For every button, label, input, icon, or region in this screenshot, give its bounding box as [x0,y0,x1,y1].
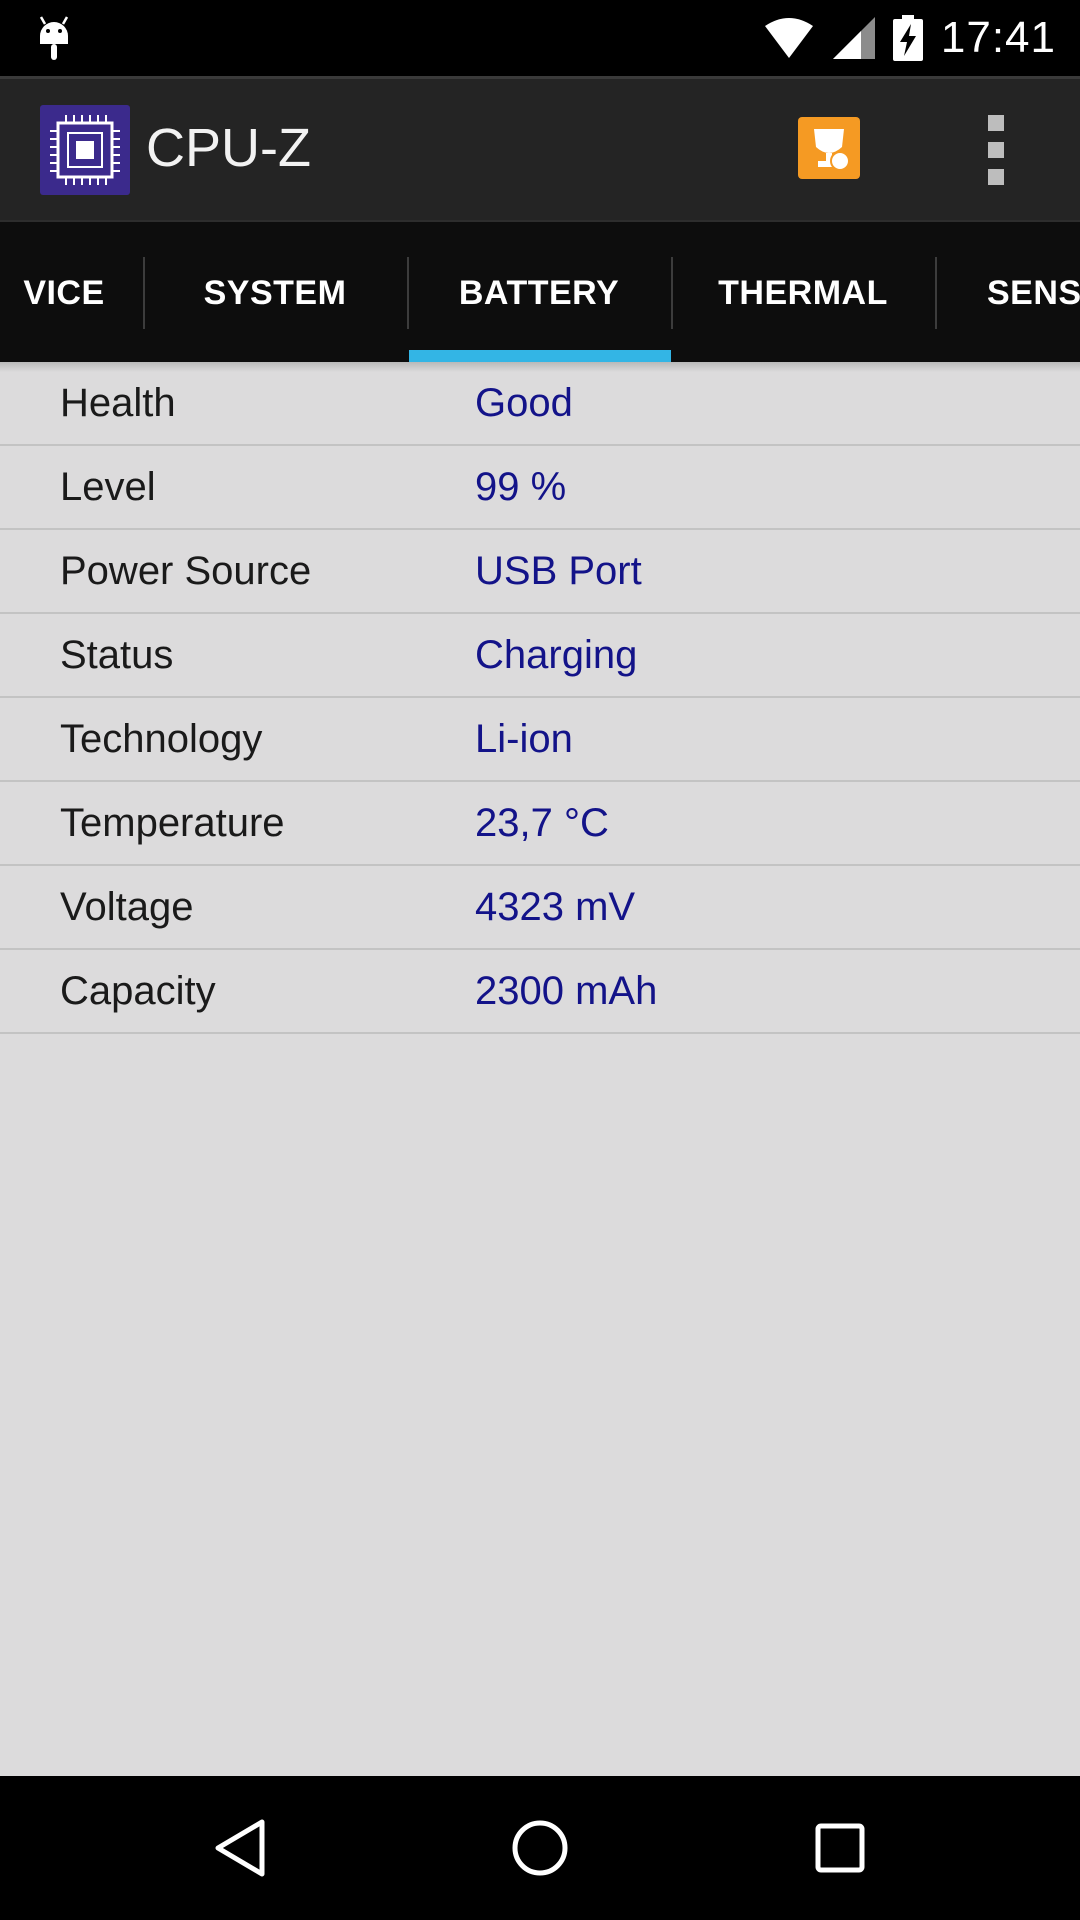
tab-thermal[interactable]: THERMAL [671,222,935,362]
tab-selected-indicator [409,350,671,362]
tab-battery[interactable]: BATTERY [407,222,671,362]
wifi-icon [763,18,815,58]
info-value: Charging [475,632,638,677]
app-bar: CPU-Z [0,76,1080,220]
status-bar: 17:41 [0,0,1080,76]
info-value: 23,7 °C [475,800,609,845]
back-icon[interactable] [208,1816,272,1880]
tab-sensors[interactable]: SENSO [935,222,1080,362]
list-item: Power Source USB Port [0,530,1080,614]
tab-system[interactable]: SYSTEM [143,222,407,362]
info-label: Health [60,380,176,425]
info-value: 4323 mV [475,884,636,929]
info-label: Capacity [60,968,216,1013]
tab-strip: VICE SYSTEM BATTERY THERMAL SENSO [0,220,1080,362]
battery-info-list: Health Good Level 99 % Power Source USB … [0,362,1080,1776]
list-item: Voltage 4323 mV [0,866,1080,950]
info-value: USB Port [475,548,642,593]
info-label: Temperature [60,800,285,845]
list-item: Level 99 % [0,446,1080,530]
android-icon [39,16,69,60]
info-label: Power Source [60,548,312,593]
list-item: Capacity 2300 mAh [0,950,1080,1034]
overflow-menu-icon[interactable] [984,115,1008,185]
list-item: Status Charging [0,614,1080,698]
info-label: Status [60,632,174,677]
cpu-chip-icon [40,105,130,195]
list-item: Health Good [0,362,1080,446]
info-value: Li-ion [475,716,573,761]
home-icon[interactable] [508,1816,572,1880]
info-value: Good [475,380,573,425]
battery-charging-icon [892,15,923,61]
list-item: Technology Li-ion [0,698,1080,782]
signal-icon [832,17,875,59]
info-value: 2300 mAh [475,968,658,1013]
navigation-bar [0,1776,1080,1920]
info-label: Voltage [60,884,194,929]
status-time: 17:41 [940,13,1056,62]
app-title: CPU-Z [146,118,311,178]
trophy-icon[interactable] [798,117,860,179]
info-label: Technology [60,716,263,761]
info-value: 99 % [475,464,567,509]
recents-icon[interactable] [808,1816,872,1880]
list-item: Temperature 23,7 °C [0,782,1080,866]
info-label: Level [60,464,156,509]
